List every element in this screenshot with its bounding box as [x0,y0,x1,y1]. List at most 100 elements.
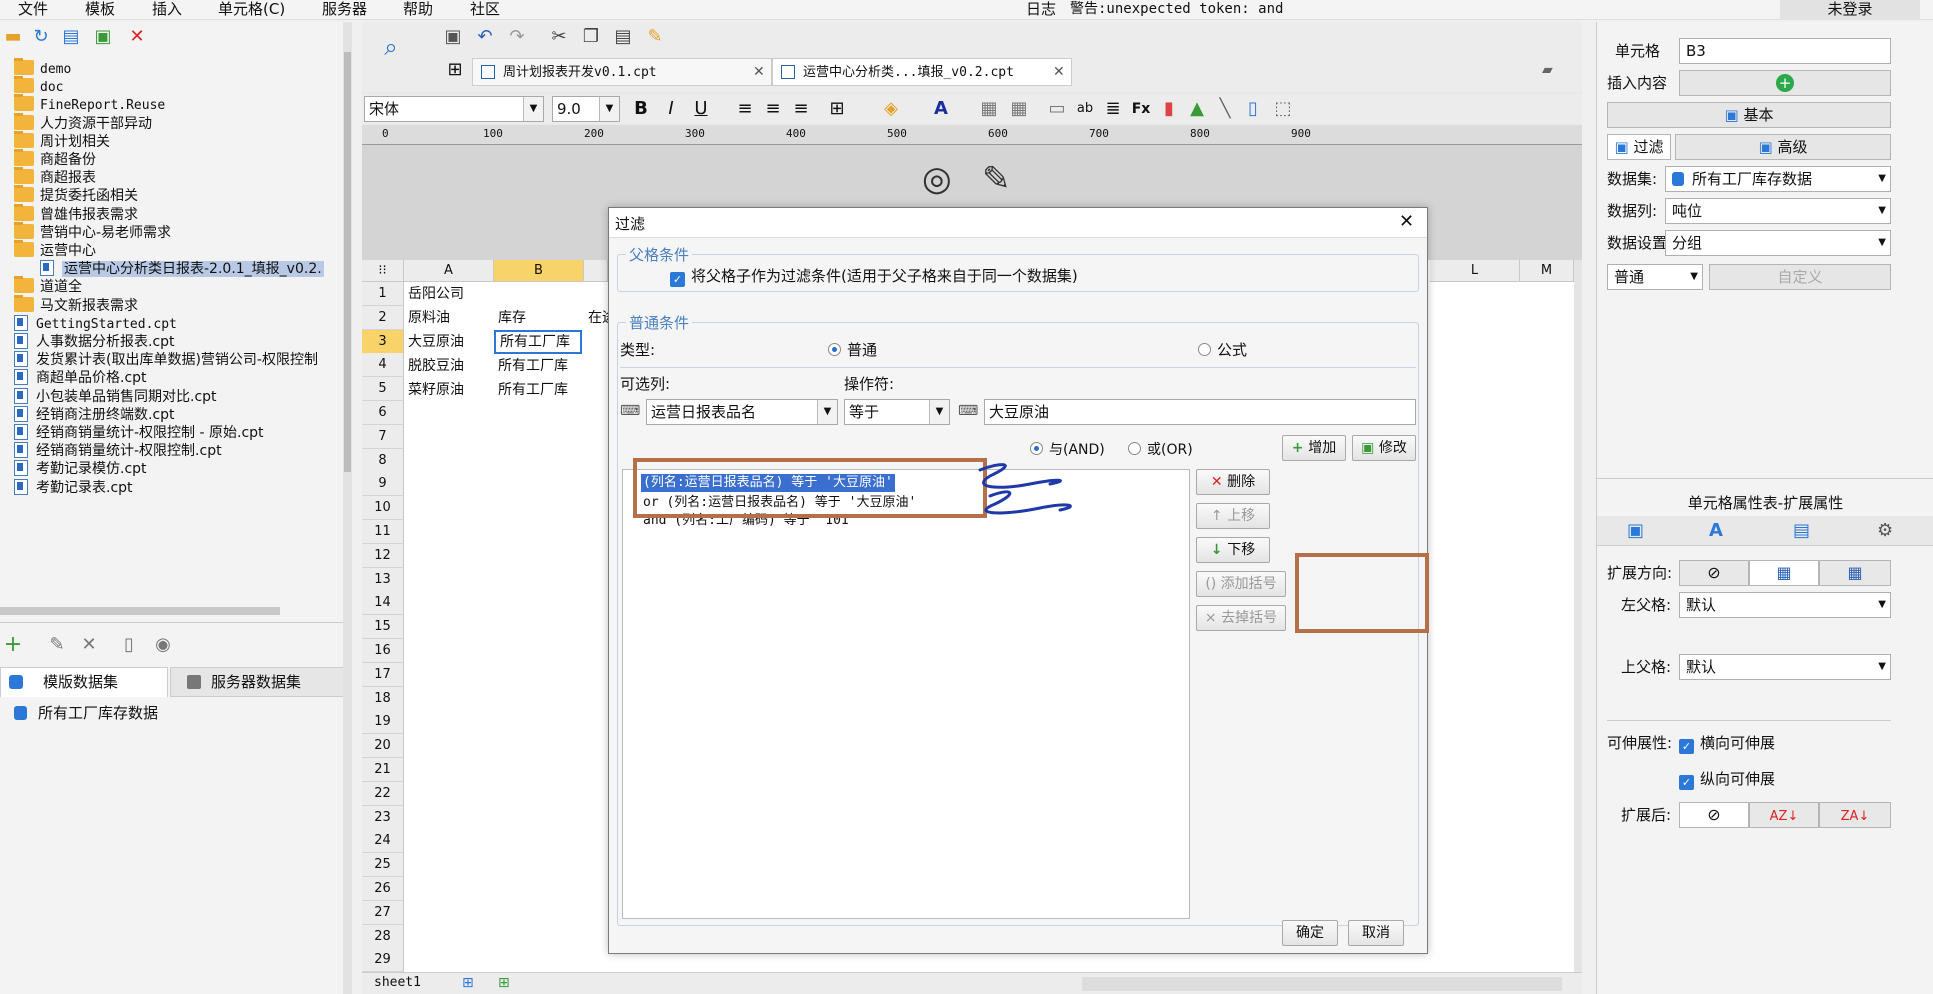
menu-community[interactable]: 社区 [470,0,500,18]
advanced-tab-button[interactable]: ▣ 高级 [1675,134,1891,160]
log-label[interactable]: 日志 [1026,0,1056,18]
more-icon[interactable]: ⬚ [1272,98,1294,120]
menu-help[interactable]: 帮助 [403,0,433,18]
row-header[interactable]: 11 [362,520,404,544]
edit-icon[interactable]: ✎ [46,634,68,656]
row-header[interactable]: 3 [362,329,404,354]
data-column-select[interactable]: 吨位 ▼ [1665,198,1891,224]
add-button[interactable]: + 增加 [1282,435,1346,461]
custom-button[interactable]: 自定义 [1709,264,1891,290]
column-header[interactable]: B [494,260,584,282]
image-icon[interactable]: ▲ [1186,98,1208,120]
data-setting-select[interactable]: 分组 ▼ [1665,230,1891,256]
tab-operations-report[interactable]: 运营中心分析类...填报_v0.2.cpt ✕ [772,58,1072,86]
paste-icon[interactable]: ▤ [612,26,634,48]
close-icon[interactable]: ✕ [753,59,765,85]
tab-template-dataset[interactable]: 模版数据集 [0,667,168,697]
or-radio[interactable]: 或(OR) [1128,439,1193,459]
font-size-select[interactable]: 9.0 ▼ [552,96,620,122]
column-header[interactable] [584,260,608,282]
cell-b5[interactable]: 所有工厂库 [494,378,584,402]
new-report-icon[interactable]: ▣ [92,26,114,48]
italic-icon[interactable]: I [660,98,682,120]
add-sheet-icon[interactable]: ⊞ [462,975,474,991]
mode-select[interactable]: 普通 ▼ [1607,264,1703,290]
paragraph-icon[interactable]: ≣ [1102,98,1124,120]
open-folder-icon[interactable]: ▬ [2,26,24,48]
cell-a4[interactable]: 脱胶豆油 [404,354,494,378]
merge-icon[interactable]: ▦ [978,98,1000,120]
copy-icon[interactable]: ❐ [580,26,602,48]
pencil-icon[interactable]: ✎ [982,159,1011,199]
expand-none-button[interactable]: ⊘ [1679,560,1749,586]
move-down-button[interactable]: ↓ 下移 [1196,537,1270,563]
row-header[interactable]: 4 [362,353,404,378]
column-select[interactable]: 运营日报表品名 ▼ [646,399,838,425]
add-poly-sheet-icon[interactable]: ⊞ [498,975,510,991]
menu-cell[interactable]: 单元格(C) [218,0,285,18]
cell-b4[interactable]: 所有工厂库 [494,354,584,378]
row-header[interactable]: 24 [362,829,404,854]
remove-paren-button[interactable]: ⨯ 去掉括号 [1196,605,1286,631]
cell-a5[interactable]: 菜籽原油 [404,378,494,402]
row-header[interactable]: 1 [362,282,404,306]
basic-button[interactable]: ▣ 基本 [1607,102,1891,128]
menu-file[interactable]: 文件 [18,0,48,18]
sheet-scrollbar[interactable] [1574,260,1582,972]
save-icon[interactable]: ▣ [442,26,464,48]
cell-a3[interactable]: 大豆原油 [404,330,494,354]
row-header[interactable]: 28 [362,924,404,949]
parent-condition-checkbox[interactable]: ✓ 将父格子作为过滤条件(适用于父子格来自于同一个数据集) [670,265,1078,287]
text-icon[interactable]: ab [1074,98,1096,120]
align-left-icon[interactable]: ≡ [734,98,756,120]
tab-weekly-plan[interactable]: 周计划报表开发v0.1.cpt ✕ [472,58,772,86]
row-header[interactable]: 21 [362,758,404,782]
db-icon[interactable]: ◉ [152,634,174,656]
row-header[interactable]: 8 [362,448,404,473]
corner-cell[interactable]: ⁝⁝ [362,260,404,282]
style-icon[interactable]: A [1709,520,1723,541]
left-scrollbar[interactable] [343,22,352,994]
row-header[interactable]: 19 [362,710,404,735]
modify-button[interactable]: ▣ 修改 [1352,435,1416,461]
bold-icon[interactable]: B [630,98,652,120]
top-parent-select[interactable]: 默认 ▼ [1679,654,1891,680]
dataset-select[interactable]: 所有工厂库存数据 ▼ [1665,166,1891,192]
operator-select[interactable]: 等于 ▼ [844,399,950,425]
after-sort-desc-button[interactable]: ZA↓ [1819,802,1891,828]
row-header[interactable]: 26 [362,877,404,901]
row-header[interactable]: 9 [362,472,404,497]
preview-icon[interactable]: ▯ [118,634,140,656]
row-header[interactable]: 18 [362,686,404,711]
filter-tab-button[interactable]: ▣ 过滤 [1607,134,1671,160]
menu-insert[interactable]: 插入 [152,0,182,18]
new-tab-icon[interactable]: ⊞ [442,58,468,82]
row-header[interactable]: 25 [362,853,404,878]
row-header[interactable]: 2 [362,305,404,330]
close-icon[interactable]: ✕ [1399,211,1414,232]
cell-b3[interactable]: 所有工厂库 [494,330,582,354]
align-right-icon[interactable]: ≡ [790,98,812,120]
underline-icon[interactable]: U [690,98,712,120]
gear-icon[interactable]: ⚙ [1877,520,1893,541]
tab-menu-icon[interactable]: ▰ [1542,62,1553,78]
font-select[interactable]: 宋体 ▼ [364,96,544,122]
cancel-button[interactable]: 取消 [1348,920,1404,946]
sheet-tab[interactable]: sheet1 [374,975,421,990]
row-header[interactable]: 13 [362,567,404,592]
column-header[interactable]: L [1430,260,1520,282]
horizontal-stretch-checkbox[interactable]: ✓ 横向可伸展 [1679,732,1775,754]
move-up-button[interactable]: ↑ 上移 [1196,503,1270,529]
ok-button[interactable]: 确定 [1282,920,1338,946]
split-icon[interactable]: ▦ [1008,98,1030,120]
row-header[interactable]: 17 [362,662,404,687]
row-header[interactable]: 7 [362,424,404,449]
row-header[interactable]: 14 [362,591,404,616]
cell-address-input[interactable]: B3 [1679,38,1891,64]
cell-c2[interactable]: 在途 [584,306,608,330]
row-header[interactable]: 15 [362,615,404,640]
other-attr-icon[interactable]: ▤ [1793,520,1810,541]
column-header[interactable]: A [404,260,494,282]
layout-icon[interactable]: ▤ [60,26,82,48]
vertical-stretch-checkbox[interactable]: ✓ 纵向可伸展 [1679,768,1775,790]
